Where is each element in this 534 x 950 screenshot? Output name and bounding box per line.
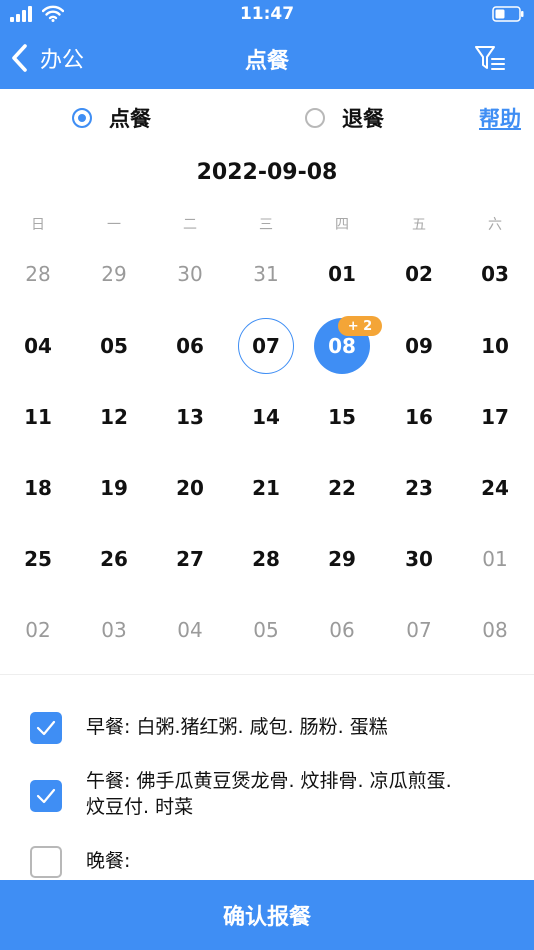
calendar-day[interactable]: 12 <box>84 387 144 447</box>
calendar-day[interactable]: 06 <box>160 316 220 376</box>
help-link[interactable]: 帮助 <box>479 103 521 133</box>
calendar-day[interactable]: 07 <box>389 600 449 660</box>
navigation-bar: 办公 点餐 <box>0 30 534 89</box>
checkmark-icon <box>36 788 56 804</box>
calendar-day[interactable]: 03 <box>84 600 144 660</box>
meal-checkbox[interactable] <box>30 780 62 812</box>
order-radio-label: 点餐 <box>109 107 151 131</box>
weekday-label: 三 <box>259 217 273 233</box>
meal-description: 午餐: 佛手瓜黄豆煲龙骨. 炆排骨. 凉瓜煎蛋. 炆豆付. 时菜 <box>86 770 452 818</box>
weekday-label: 二 <box>183 217 197 233</box>
calendar-day[interactable]: 04 <box>160 600 220 660</box>
page-title: 点餐 <box>244 49 289 74</box>
weekday-label: 日 <box>31 217 45 233</box>
status-bar: 11:47 <box>0 0 534 30</box>
radio-checked-icon <box>72 108 92 128</box>
calendar-day[interactable]: 03 <box>465 244 525 304</box>
calendar-day[interactable]: 17 <box>465 387 525 447</box>
calendar-day[interactable]: 08 <box>465 600 525 660</box>
calendar-day[interactable]: 19 <box>84 458 144 518</box>
calendar-day[interactable]: 23 <box>389 458 449 518</box>
calendar-day-today[interactable]: 07 <box>238 318 294 374</box>
calendar-day[interactable]: 18 <box>8 458 68 518</box>
calendar-day[interactable]: 29 <box>84 244 144 304</box>
calendar-day[interactable]: 10 <box>465 316 525 376</box>
calendar-day[interactable]: 05 <box>84 316 144 376</box>
weekday-label: 一 <box>107 217 121 233</box>
calendar-day[interactable]: 30 <box>160 244 220 304</box>
app-header: 11:47 办公 点餐 <box>0 0 534 89</box>
meal-checkbox[interactable] <box>30 846 62 878</box>
meal-checkbox[interactable] <box>30 712 62 744</box>
calendar-grid: 28 29 30 31 01 02 03 04 05 06 07 08 09 10 11 12 13 14 15 16… <box>0 238 534 668</box>
calendar-day[interactable]: 05 <box>236 600 296 660</box>
confirm-order-button[interactable]: 确认报餐 <box>0 880 534 950</box>
calendar-day[interactable]: 29 <box>312 529 372 589</box>
battery-icon <box>492 6 524 22</box>
calendar-day[interactable]: 02 <box>389 244 449 304</box>
calendar-day[interactable]: 06 <box>312 600 372 660</box>
radio-unchecked-icon <box>305 108 325 128</box>
cancel-radio-label: 退餐 <box>342 107 384 131</box>
calendar-day[interactable]: 14 <box>236 387 296 447</box>
calendar-day[interactable]: 24 <box>465 458 525 518</box>
calendar-day[interactable]: 27 <box>160 529 220 589</box>
calendar-day[interactable]: 15 <box>312 387 372 447</box>
checkmark-icon <box>36 720 56 736</box>
cancel-radio[interactable]: 退餐 <box>305 95 384 141</box>
calendar-day[interactable]: 21 <box>236 458 296 518</box>
calendar-day[interactable]: 16 <box>389 387 449 447</box>
selected-date-title: 2022-09-08 <box>196 160 338 185</box>
calendar-day[interactable]: 26 <box>84 529 144 589</box>
calendar-day[interactable]: 04 <box>8 316 68 376</box>
calendar-day[interactable]: 11 <box>8 387 68 447</box>
calendar-day[interactable]: 31 <box>236 244 296 304</box>
calendar-day[interactable]: 13 <box>160 387 220 447</box>
calendar-day[interactable]: 09 <box>389 316 449 376</box>
meal-description: 晚餐: <box>86 850 131 872</box>
calendar-day[interactable]: 20 <box>160 458 220 518</box>
calendar-day[interactable]: 22 <box>312 458 372 518</box>
weekday-label: 五 <box>412 217 426 233</box>
filter-list-icon[interactable] <box>474 44 506 72</box>
mode-selector: 点餐 退餐 帮助 <box>0 95 534 141</box>
section-divider <box>0 674 534 675</box>
weekday-label: 六 <box>488 217 502 233</box>
selected-day-badge: + 2 <box>338 316 382 336</box>
meal-list: 早餐: 白粥.猪红粥. 咸包. 肠粉. 蛋糕午餐: 佛手瓜黄豆煲龙骨. 炆排骨.… <box>0 700 534 880</box>
calendar-day[interactable]: 28 <box>236 529 296 589</box>
calendar-day[interactable]: 01 <box>465 529 525 589</box>
weekday-header: 日一二三四五六 <box>0 214 534 234</box>
meal-description: 早餐: 白粥.猪红粥. 咸包. 肠粉. 蛋糕 <box>86 716 388 738</box>
calendar-day[interactable]: 25 <box>8 529 68 589</box>
calendar-day[interactable]: 30 <box>389 529 449 589</box>
order-radio[interactable]: 点餐 <box>72 95 151 141</box>
calendar-day[interactable]: 01 <box>312 244 372 304</box>
calendar-day[interactable]: 02 <box>8 600 68 660</box>
status-time: 11:47 <box>239 4 295 24</box>
calendar-day[interactable]: 28 <box>8 244 68 304</box>
weekday-label: 四 <box>335 217 349 233</box>
